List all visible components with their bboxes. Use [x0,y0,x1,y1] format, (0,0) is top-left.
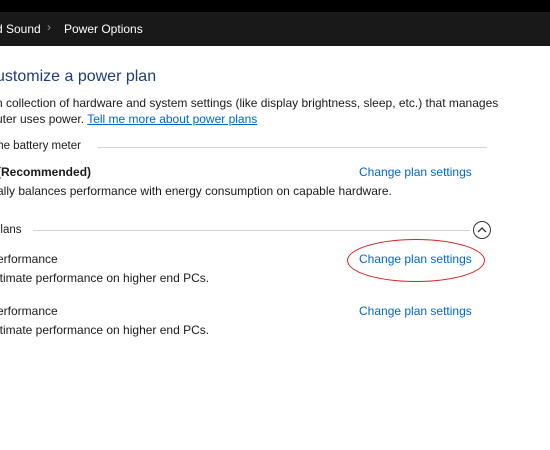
collapse-plans-button[interactable] [473,221,491,239]
highlight-annotation [347,239,485,282]
breadcrumb-separator-icon: › [47,20,51,34]
section-divider [33,230,470,231]
chevron-up-icon [477,227,487,233]
plan-description: ltimate performance on higher end PCs. [0,323,210,337]
additional-plans-section-label: plans [0,224,22,236]
plan-name-performance[interactable]: erformance [0,252,58,266]
battery-meter-section-label: the battery meter [0,140,81,152]
section-divider [98,147,487,148]
page-title: ustomize a power plan [0,68,157,85]
change-plan-settings-link[interactable]: Change plan settings [359,165,472,179]
plan-description: ltimate performance on higher end PCs. [0,271,210,285]
breadcrumb: d Sound › Power Options [0,12,550,46]
page-description-line2: uter uses power. Tell me more about powe… [0,112,257,126]
breadcrumb-item-power-options[interactable]: Power Options [64,22,143,36]
plan-name-recommended[interactable]: (Recommended) [0,165,91,179]
breadcrumb-item-sound[interactable]: d Sound [0,22,41,36]
plan-description: ally balances performance with energy co… [0,184,392,198]
change-plan-settings-link[interactable]: Change plan settings [359,304,472,318]
learn-more-link[interactable]: Tell me more about power plans [87,112,257,126]
title-bar [0,0,550,12]
plan-name-performance[interactable]: erformance [0,304,58,318]
page-description: n collection of hardware and system sett… [0,96,499,110]
page-description-text: uter uses power. [0,112,85,126]
power-options-window: d Sound › Power Options ustomize a power… [0,0,550,450]
